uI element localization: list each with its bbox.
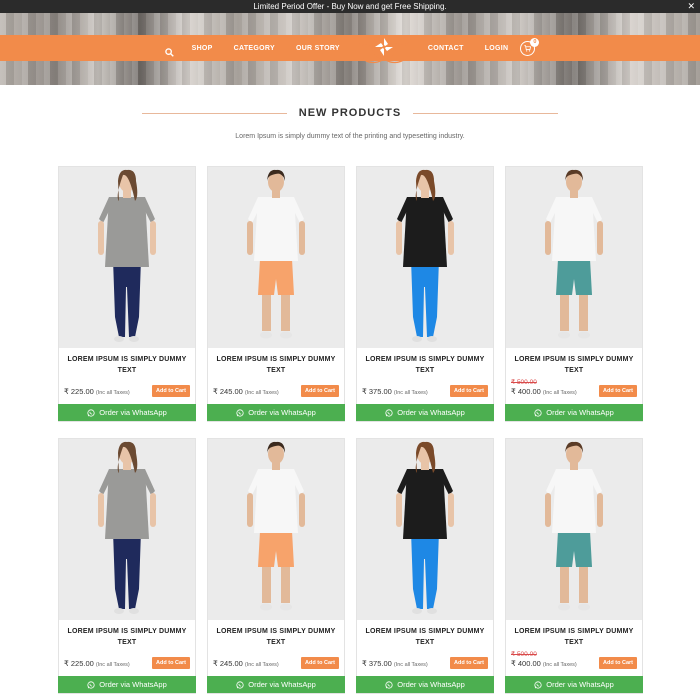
whatsapp-order-button[interactable]: Order via WhatsApp: [505, 404, 643, 421]
whatsapp-order-button[interactable]: Order via WhatsApp: [207, 404, 345, 421]
product-name[interactable]: LOREM IPSUM IS SIMPLY DUMMY TEXT: [506, 626, 642, 648]
product-name[interactable]: LOREM IPSUM IS SIMPLY DUMMY TEXT: [357, 626, 493, 648]
product-card[interactable]: LOREM IPSUM IS SIMPLY DUMMY TEXT ₹ 245.0…: [207, 438, 345, 694]
product-price: ₹ 245.00: [213, 659, 243, 668]
add-to-cart-button[interactable]: Add to Cart: [152, 657, 190, 669]
product-image[interactable]: [208, 167, 344, 348]
tax-note: (Inc all Taxes): [393, 390, 428, 396]
section-title: NEW PRODUCTS: [298, 107, 402, 119]
add-to-cart-button[interactable]: Add to Cart: [450, 657, 488, 669]
whatsapp-order-button[interactable]: Order via WhatsApp: [58, 404, 196, 421]
product-name[interactable]: LOREM IPSUM IS SIMPLY DUMMY TEXT: [59, 626, 195, 648]
whatsapp-icon: [87, 408, 95, 417]
add-to-cart-button[interactable]: Add to Cart: [301, 385, 339, 397]
whatsapp-order-button[interactable]: Order via WhatsApp: [505, 676, 643, 693]
whatsapp-label: Order via WhatsApp: [248, 408, 316, 417]
cart-count-badge: 0: [530, 37, 540, 47]
whatsapp-icon: [385, 408, 393, 417]
tax-note: (Inc all Taxes): [542, 390, 577, 396]
whatsapp-label: Order via WhatsApp: [248, 680, 316, 689]
product-price: ₹ 225.00: [64, 387, 94, 396]
nav-login[interactable]: LOGIN: [485, 45, 509, 52]
nav-shop[interactable]: SHOP: [192, 45, 213, 52]
whatsapp-label: Order via WhatsApp: [397, 680, 465, 689]
section-header: NEW PRODUCTS: [0, 107, 700, 119]
old-price: ₹ 500.00: [511, 651, 537, 658]
whatsapp-label: Order via WhatsApp: [397, 408, 465, 417]
nav-category[interactable]: CATEGORY: [234, 45, 275, 52]
whatsapp-order-button[interactable]: Order via WhatsApp: [207, 676, 345, 693]
product-card[interactable]: LOREM IPSUM IS SIMPLY DUMMY TEXT ₹ 500.0…: [505, 166, 643, 422]
whatsapp-label: Order via WhatsApp: [546, 680, 614, 689]
hero-banner: SHOP CATEGORY OUR STORY CONTACT LOGIN 0: [0, 13, 700, 85]
whatsapp-order-button[interactable]: Order via WhatsApp: [58, 676, 196, 693]
brand-logo[interactable]: [352, 35, 416, 71]
product-image[interactable]: [357, 439, 493, 620]
product-image[interactable]: [506, 439, 642, 620]
product-price: ₹ 400.00: [511, 387, 541, 396]
product-price: ₹ 245.00: [213, 387, 243, 396]
search-icon[interactable]: [164, 44, 174, 57]
product-image[interactable]: [208, 439, 344, 620]
whatsapp-order-button[interactable]: Order via WhatsApp: [356, 404, 494, 421]
product-card[interactable]: LOREM IPSUM IS SIMPLY DUMMY TEXT ₹ 375.0…: [356, 166, 494, 422]
whatsapp-icon: [534, 680, 542, 689]
tax-note: (Inc all Taxes): [244, 662, 279, 668]
product-image[interactable]: [506, 167, 642, 348]
add-to-cart-button[interactable]: Add to Cart: [152, 385, 190, 397]
product-card[interactable]: LOREM IPSUM IS SIMPLY DUMMY TEXT ₹ 225.0…: [58, 438, 196, 694]
product-image[interactable]: [59, 167, 195, 348]
product-name[interactable]: LOREM IPSUM IS SIMPLY DUMMY TEXT: [357, 354, 493, 376]
whatsapp-icon: [87, 680, 95, 689]
whatsapp-order-button[interactable]: Order via WhatsApp: [356, 676, 494, 693]
main-navbar: SHOP CATEGORY OUR STORY CONTACT LOGIN 0: [0, 35, 700, 64]
whatsapp-icon: [236, 408, 244, 417]
whatsapp-label: Order via WhatsApp: [99, 680, 167, 689]
section-subtitle: Lorem Ipsum is simply dummy text of the …: [235, 133, 465, 140]
product-image[interactable]: [357, 167, 493, 348]
nav-contact[interactable]: CONTACT: [428, 45, 464, 52]
whatsapp-label: Order via WhatsApp: [99, 408, 167, 417]
close-icon[interactable]: ✕: [687, 0, 695, 13]
product-name[interactable]: LOREM IPSUM IS SIMPLY DUMMY TEXT: [506, 354, 642, 376]
promo-text: Limited Period Offer - Buy Now and get F…: [253, 2, 447, 11]
product-card[interactable]: LOREM IPSUM IS SIMPLY DUMMY TEXT ₹ 500.0…: [505, 438, 643, 694]
whatsapp-icon: [385, 680, 393, 689]
product-card[interactable]: LOREM IPSUM IS SIMPLY DUMMY TEXT ₹ 375.0…: [356, 438, 494, 694]
whatsapp-icon: [236, 680, 244, 689]
add-to-cart-button[interactable]: Add to Cart: [450, 385, 488, 397]
nav-our-story[interactable]: OUR STORY: [296, 45, 340, 52]
tax-note: (Inc all Taxes): [244, 390, 279, 396]
product-image[interactable]: [59, 439, 195, 620]
add-to-cart-button[interactable]: Add to Cart: [599, 385, 637, 397]
tax-note: (Inc all Taxes): [95, 390, 130, 396]
tax-note: (Inc all Taxes): [542, 662, 577, 668]
product-card[interactable]: LOREM IPSUM IS SIMPLY DUMMY TEXT ₹ 225.0…: [58, 166, 196, 422]
divider-left: [141, 112, 287, 114]
cart-button[interactable]: 0: [520, 37, 540, 56]
promo-bar: Limited Period Offer - Buy Now and get F…: [0, 0, 700, 13]
product-name[interactable]: LOREM IPSUM IS SIMPLY DUMMY TEXT: [208, 626, 344, 648]
whatsapp-label: Order via WhatsApp: [546, 408, 614, 417]
product-price: ₹ 400.00: [511, 659, 541, 668]
product-price: ₹ 375.00: [362, 659, 392, 668]
product-price: ₹ 225.00: [64, 659, 94, 668]
product-grid: LOREM IPSUM IS SIMPLY DUMMY TEXT ₹ 225.0…: [58, 166, 643, 694]
add-to-cart-button[interactable]: Add to Cart: [301, 657, 339, 669]
product-card[interactable]: LOREM IPSUM IS SIMPLY DUMMY TEXT ₹ 245.0…: [207, 166, 345, 422]
divider-right: [413, 112, 559, 114]
product-name[interactable]: LOREM IPSUM IS SIMPLY DUMMY TEXT: [59, 354, 195, 376]
product-price: ₹ 375.00: [362, 387, 392, 396]
whatsapp-icon: [534, 408, 542, 417]
old-price: ₹ 500.00: [511, 379, 537, 386]
add-to-cart-button[interactable]: Add to Cart: [599, 657, 637, 669]
tax-note: (Inc all Taxes): [393, 662, 428, 668]
tax-note: (Inc all Taxes): [95, 662, 130, 668]
product-name[interactable]: LOREM IPSUM IS SIMPLY DUMMY TEXT: [208, 354, 344, 376]
